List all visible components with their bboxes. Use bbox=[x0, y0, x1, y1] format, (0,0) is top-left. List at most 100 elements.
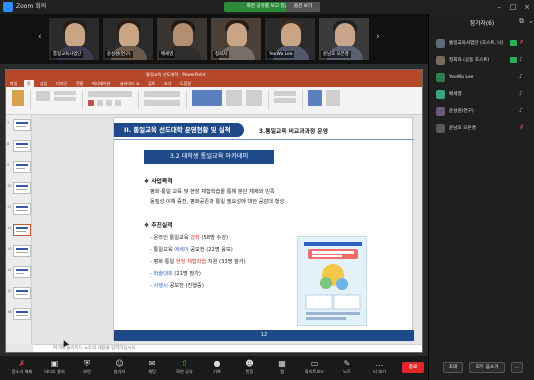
ribbon-tab-active[interactable]: 홈 bbox=[24, 80, 34, 87]
end-meeting-button[interactable]: 종료 bbox=[402, 362, 424, 373]
quick-styles-icon[interactable] bbox=[246, 90, 262, 106]
toolbar-label: 앱 bbox=[280, 369, 284, 374]
toolbar-button[interactable]: ✗ 음소거 해제 bbox=[6, 356, 38, 380]
toolbar-button[interactable]: ▣ 비디오 중지 bbox=[39, 356, 71, 380]
bullet-results: ❖ 추진실적 bbox=[144, 223, 173, 229]
panel-close-icon[interactable]: ⌄ bbox=[528, 17, 534, 25]
avatar bbox=[436, 107, 445, 116]
slide-subtitle-box: 3.2 대학생 통일교육 아카데미 bbox=[144, 150, 274, 164]
arrange-icon[interactable] bbox=[226, 90, 242, 106]
toolbar-button[interactable]: ⛨ 보안 bbox=[71, 356, 103, 380]
paste-icon[interactable] bbox=[12, 90, 24, 106]
video-tile-name: 윤남호 오은경 bbox=[321, 51, 351, 58]
microphone-muted-icon: ✗ bbox=[18, 359, 26, 368]
participant-row[interactable]: 통일교육사업단 (호스트, 나) ✗ bbox=[429, 36, 534, 52]
toolbar-label: 화면 공유 bbox=[176, 369, 193, 374]
slide-thumbnails: 7 8 9 10 11 12 13 14 15 16 bbox=[6, 115, 32, 344]
ribbon-tab[interactable]: 디자인 bbox=[56, 80, 67, 87]
slide-thumbnail[interactable] bbox=[13, 161, 31, 173]
microphone-muted-icon[interactable]: ✗ bbox=[519, 39, 524, 46]
slide-thumbnail[interactable] bbox=[13, 140, 31, 152]
font-color-icon[interactable] bbox=[88, 100, 94, 106]
slide-thumbnail[interactable] bbox=[13, 287, 31, 299]
slide-thumbnail[interactable] bbox=[13, 203, 31, 215]
notes-icon: ✎ bbox=[343, 359, 351, 368]
toolbar-button[interactable]: ☺ 참가자 bbox=[104, 356, 136, 380]
ribbon-tab[interactable]: 보기 bbox=[164, 80, 171, 87]
more-options-button[interactable]: ... bbox=[511, 362, 523, 373]
toolbar-button[interactable]: ✎ 노트 bbox=[331, 356, 363, 380]
microphone-icon[interactable]: ♪ bbox=[519, 73, 523, 80]
participant-row[interactable]: 윤성원(연구) ♪ bbox=[429, 104, 534, 120]
slide-thumbnail[interactable] bbox=[13, 266, 31, 278]
bold-icon[interactable] bbox=[97, 100, 103, 106]
microphone-icon[interactable]: ♪ bbox=[519, 56, 523, 63]
dictate-icon[interactable] bbox=[308, 90, 322, 106]
ribbon-tab[interactable]: 전환 bbox=[76, 80, 83, 87]
slide-thumbnail[interactable] bbox=[13, 308, 31, 320]
toolbar-button[interactable]: ☻ 반응 bbox=[234, 356, 266, 380]
designer-icon[interactable] bbox=[326, 90, 340, 106]
slide-thumbnail[interactable] bbox=[13, 245, 31, 257]
shapes-icon[interactable] bbox=[192, 90, 222, 106]
shield-icon: ⛨ bbox=[84, 359, 90, 368]
ribbon-tab[interactable]: 검토 bbox=[148, 80, 155, 87]
video-tile[interactable]: 통일교육사업단 bbox=[48, 17, 100, 61]
zoom-logo-icon bbox=[3, 2, 13, 12]
slide-thumbnail[interactable] bbox=[13, 119, 31, 131]
paragraph-list-icon[interactable] bbox=[144, 91, 180, 97]
toolbar-label: 노트 bbox=[343, 369, 351, 374]
participant-row[interactable]: 윤남호 오은경 ✗ bbox=[429, 121, 534, 137]
gallery-prev-icon[interactable]: ‹ bbox=[38, 32, 42, 42]
avatar bbox=[436, 90, 445, 99]
slide[interactable]: II. 통일교육 선도대학 운영현황 및 실적 3.통일교육 비교과과정 운영 … bbox=[113, 117, 414, 341]
video-tile[interactable]: 윤성원(연구) bbox=[102, 17, 154, 61]
slide-notes[interactable]: 여기에 슬라이드 노트의 내용을 입력하십시오 bbox=[33, 344, 422, 352]
ribbon-tab[interactable]: 파일 bbox=[10, 80, 17, 87]
slide-thumbnail-selected[interactable] bbox=[13, 224, 31, 236]
font-select[interactable] bbox=[88, 91, 132, 97]
find-icon[interactable] bbox=[274, 91, 296, 96]
ribbon-tab[interactable]: 도움말 bbox=[180, 80, 191, 87]
slide-section-title: 3.통일교육 비교과과정 운영 bbox=[259, 129, 328, 135]
toolbar-button[interactable]: ✉ 채팅 bbox=[136, 356, 168, 380]
popout-icon[interactable]: ⧉ bbox=[519, 17, 524, 26]
minimize-icon[interactable]: – bbox=[492, 1, 506, 13]
close-icon[interactable]: × bbox=[520, 1, 534, 13]
participant-row[interactable]: 배세영 ♪ bbox=[429, 87, 534, 103]
invite-button[interactable]: 초대 bbox=[443, 362, 463, 373]
video-tile[interactable]: 정회자 bbox=[210, 17, 262, 61]
slide-subtitle: 3.2 대학생 통일교육 아카데미 bbox=[169, 153, 249, 160]
toolbar-button[interactable]: … 더 보기 bbox=[364, 356, 396, 380]
result-highlight: 사행시 bbox=[153, 283, 168, 289]
participant-row[interactable]: 정회자 (공동 호스트) ♪ bbox=[429, 53, 534, 69]
video-tile[interactable]: 배세영 bbox=[156, 17, 208, 61]
replace-icon[interactable] bbox=[274, 98, 296, 103]
toolbar-button[interactable]: ● 기록 bbox=[201, 356, 233, 380]
toolbar-button[interactable]: ▦ 앱 bbox=[266, 356, 298, 380]
purpose-line: 평화·통일 교육 및 현장 체험학습을 통해 분단 체제와 민족 bbox=[150, 189, 275, 195]
microphone-icon[interactable]: ♪ bbox=[519, 90, 523, 97]
participant-row[interactable]: YeoWo Lee ♪ bbox=[429, 70, 534, 86]
ribbon-tab[interactable]: 애니메이션 bbox=[92, 80, 110, 87]
ribbon-tab[interactable]: 슬라이드 쇼 bbox=[120, 80, 140, 87]
slide-thumbnail[interactable] bbox=[13, 182, 31, 194]
maximize-icon[interactable]: □ bbox=[506, 1, 520, 13]
ribbon-tab[interactable]: 삽입 bbox=[40, 80, 47, 87]
bullet-purpose: ❖ 사업목적 bbox=[144, 179, 173, 185]
italic-icon[interactable] bbox=[106, 100, 112, 106]
mute-all-button[interactable]: 모두 음소거 bbox=[469, 362, 505, 373]
notes-placeholder: 여기에 슬라이드 노트의 내용을 입력하십시오 bbox=[53, 346, 136, 351]
microphone-muted-icon[interactable]: ✗ bbox=[519, 124, 524, 131]
microphone-icon[interactable]: ♪ bbox=[519, 107, 523, 114]
video-tile[interactable]: YeoWo Lee bbox=[264, 17, 316, 61]
toolbar-button[interactable]: ⇧ 화면 공유 bbox=[169, 356, 201, 380]
video-tile[interactable]: 윤남호 오은경 bbox=[318, 17, 370, 61]
toolbar-button[interactable]: ▭ 화이트보드 bbox=[299, 356, 331, 380]
toolbar-label: 비디오 중지 bbox=[44, 369, 65, 374]
gallery-next-icon[interactable]: › bbox=[376, 32, 380, 42]
view-options-button[interactable]: 옵션 보기 bbox=[286, 2, 320, 12]
align-icon[interactable] bbox=[144, 100, 180, 106]
underline-icon[interactable] bbox=[115, 100, 121, 106]
new-slide-icon[interactable] bbox=[36, 91, 50, 101]
